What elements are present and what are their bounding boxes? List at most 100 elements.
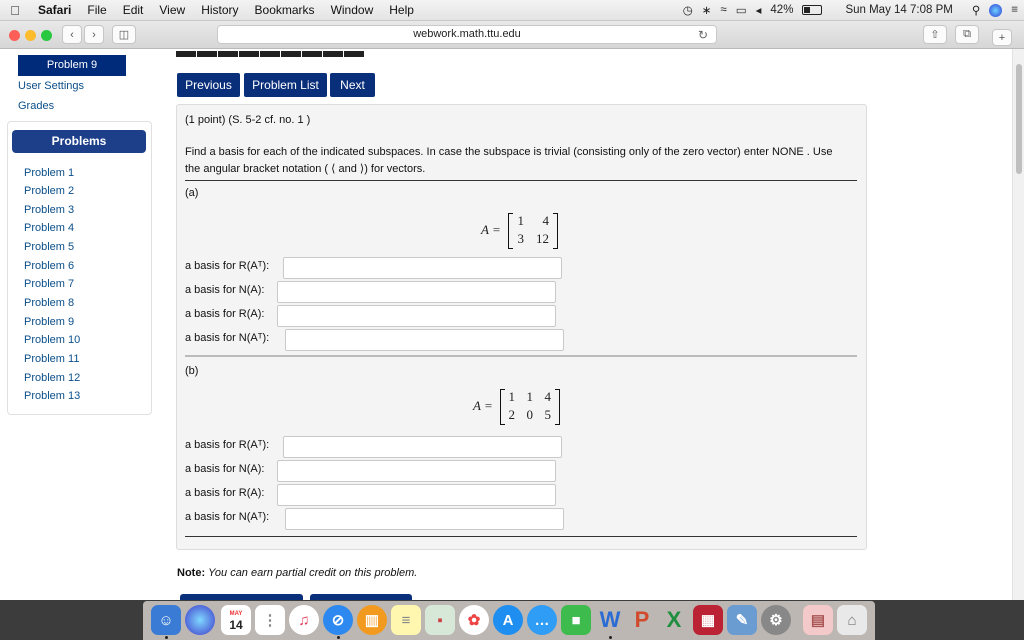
part-b-answer-3-input[interactable] [277, 484, 556, 506]
menu-edit[interactable]: Edit [115, 3, 152, 17]
messages-icon[interactable]: … [527, 605, 557, 635]
ibooks-icon[interactable]: ▥ [357, 605, 387, 635]
close-window-button[interactable] [9, 30, 20, 41]
part-b-answer-4-input[interactable] [285, 508, 564, 530]
part-b-prompt-2: a basis for N(A): [185, 463, 265, 475]
problem-link-3[interactable]: Problem 3 [24, 204, 74, 216]
grades-link[interactable]: Grades [18, 100, 54, 112]
photo-booth-icon[interactable]: ▦ [693, 605, 723, 635]
part-a-answer-4-input[interactable] [285, 329, 564, 351]
volume-icon[interactable]: ◂ [756, 3, 762, 17]
part-b-answer-2-input[interactable] [277, 460, 556, 482]
photos-icon[interactable]: ✿ [459, 605, 489, 635]
menu-view[interactable]: View [151, 3, 193, 17]
user-settings-link[interactable]: User Settings [18, 80, 84, 92]
spotlight-icon[interactable]: ⚲ [972, 3, 980, 17]
matrix-cell: 1 [517, 213, 525, 228]
webpage: ▬▬▬▬▬▬▬▬▬ Problem 9 User Settings Grades… [0, 49, 1012, 600]
scrollbar-thumb[interactable] [1016, 64, 1022, 174]
excel-icon[interactable]: X [659, 605, 689, 635]
share-button[interactable]: ⇧ [923, 25, 947, 44]
dock: ☺ MAY 14 ⋮ ♫ ⊘ ▥ ≡ ▪ ✿ A … ■ W P X ▦ ✎ ⚙… [0, 600, 1024, 640]
notes-icon[interactable]: ≡ [391, 605, 421, 635]
trash-icon[interactable]: ⌂ [837, 605, 867, 635]
menu-help[interactable]: Help [381, 3, 422, 17]
battery-percent[interactable]: 42% [770, 4, 793, 16]
right-bracket [555, 389, 560, 425]
part-a-answer-2-input[interactable] [277, 281, 556, 303]
preview-icon[interactable]: ✎ [727, 605, 757, 635]
clock[interactable]: Sun May 14 7:08 PM [845, 4, 952, 16]
matrix-cell: 12 [536, 231, 549, 246]
time-machine-icon[interactable]: ◷ [683, 3, 693, 17]
back-button[interactable]: ‹ [62, 25, 82, 44]
part-a-prompt-3: a basis for R(A): [185, 308, 265, 320]
problem-link-8[interactable]: Problem 8 [24, 297, 74, 309]
forward-button[interactable]: › [84, 25, 104, 44]
divider [185, 536, 857, 537]
menu-bar:  Safari File Edit View History Bookmark… [0, 0, 1024, 21]
running-indicator [609, 636, 612, 639]
page-scrollbar[interactable] [1012, 49, 1024, 600]
battery-icon[interactable] [802, 5, 823, 15]
problem-link-11[interactable]: Problem 11 [24, 353, 79, 365]
problem-link-2[interactable]: Problem 2 [24, 185, 74, 197]
next-button[interactable]: Next [330, 73, 375, 97]
notification-center-icon[interactable]: ≡ [1011, 4, 1018, 16]
part-b-matrix-label: A = [473, 398, 493, 413]
part-b-prompt-4: a basis for N(Aᵀ): [185, 511, 270, 523]
problem-link-6[interactable]: Problem 6 [24, 260, 74, 272]
part-a-answer-1-input[interactable] [283, 257, 562, 279]
reminders-icon[interactable]: ⋮ [255, 605, 285, 635]
calendar-day: 14 [229, 618, 243, 632]
system-preferences-icon[interactable]: ⚙ [761, 605, 791, 635]
part-b-answer-1-input[interactable] [283, 436, 562, 458]
itunes-icon[interactable]: ♫ [289, 605, 319, 635]
previous-button[interactable]: Previous [177, 73, 240, 97]
part-a-prompt-2: a basis for N(A): [185, 284, 265, 296]
problem-link-4[interactable]: Problem 4 [24, 222, 74, 234]
menu-window[interactable]: Window [323, 3, 382, 17]
menu-app[interactable]: Safari [30, 3, 79, 17]
reload-icon[interactable]: ↻ [698, 27, 708, 44]
safari-icon[interactable]: ⊘ [323, 605, 353, 635]
menu-bookmarks[interactable]: Bookmarks [247, 3, 323, 17]
part-a-answer-3-input[interactable] [277, 305, 556, 327]
powerpoint-icon[interactable]: P [627, 605, 657, 635]
menu-history[interactable]: History [193, 3, 246, 17]
problem-link-13[interactable]: Problem 13 [24, 390, 80, 402]
problem-link-7[interactable]: Problem 7 [24, 278, 74, 290]
apple-icon[interactable]:  [0, 3, 30, 18]
siri-dock-icon[interactable] [185, 605, 215, 635]
problem-link-1[interactable]: Problem 1 [24, 167, 74, 179]
word-icon[interactable]: W [595, 605, 625, 635]
part-a-prompt-1: a basis for R(Aᵀ): [185, 260, 270, 272]
note-label: Note: [177, 567, 206, 579]
matrix-cell: 1 [526, 389, 534, 404]
documents-stack-icon[interactable]: ▤ [803, 605, 833, 635]
sidebar-current-problem[interactable]: Problem 9 [18, 55, 126, 76]
problem-instruction-line-1: Find a basis for each of the indicated s… [185, 146, 833, 158]
dock-shelf: ☺ MAY 14 ⋮ ♫ ⊘ ▥ ≡ ▪ ✿ A … ■ W P X ▦ ✎ ⚙… [143, 601, 875, 640]
bluetooth-icon[interactable]: ∗ [702, 3, 712, 17]
zoom-window-button[interactable] [41, 30, 52, 41]
sidebar-toggle-button[interactable]: ◫ [112, 25, 136, 44]
minimize-window-button[interactable] [25, 30, 36, 41]
facetime-icon[interactable]: ■ [561, 605, 591, 635]
problem-link-9[interactable]: Problem 9 [24, 316, 74, 328]
siri-icon[interactable] [989, 3, 1003, 17]
problem-link-5[interactable]: Problem 5 [24, 241, 74, 253]
tabs-overview-button[interactable]: ⧉ [955, 25, 979, 44]
menu-file[interactable]: File [79, 3, 114, 17]
new-tab-button[interactable]: + [992, 29, 1012, 46]
finder-icon[interactable]: ☺ [151, 605, 181, 635]
maps-icon[interactable]: ▪ [425, 605, 455, 635]
calendar-icon[interactable]: MAY 14 [221, 605, 251, 635]
problem-link-12[interactable]: Problem 12 [24, 372, 80, 384]
app-store-icon[interactable]: A [493, 605, 523, 635]
problem-list-button[interactable]: Problem List [244, 73, 327, 97]
airplay-icon[interactable]: ▭ [736, 3, 747, 17]
wifi-icon[interactable]: ≈ [720, 4, 726, 16]
address-bar[interactable]: webwork.math.ttu.edu ↻ [217, 25, 717, 44]
problem-link-10[interactable]: Problem 10 [24, 334, 80, 346]
